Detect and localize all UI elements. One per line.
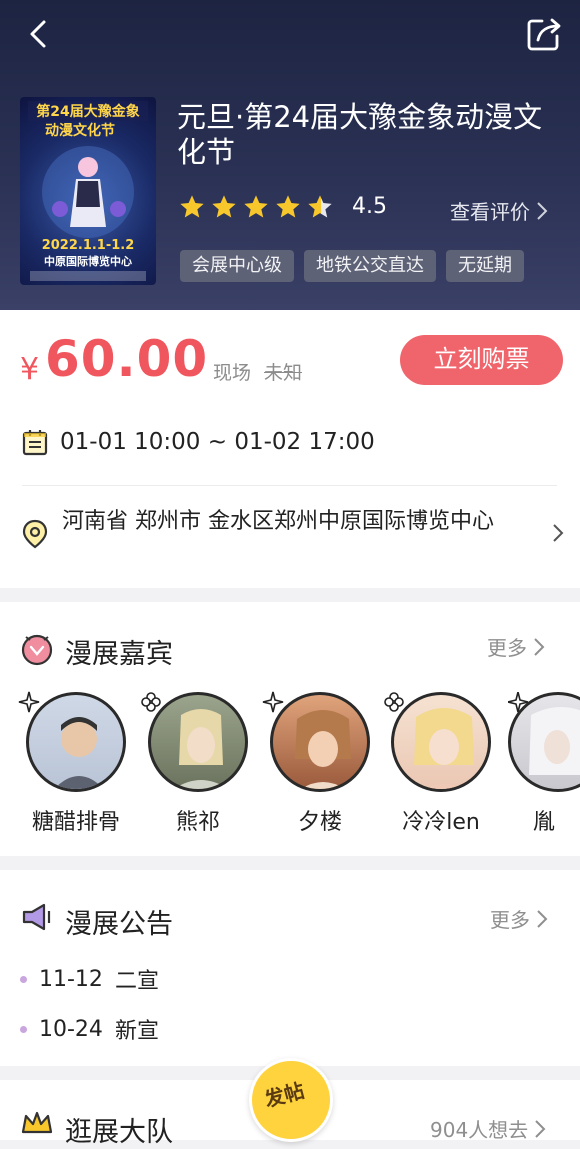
event-tag: 无延期 — [446, 250, 524, 282]
guest-name: 熊祁 — [175, 810, 220, 835]
poster-venue: 中原国际博览中心 — [44, 254, 132, 268]
megaphone-icon — [22, 903, 51, 931]
post-fab-button[interactable]: 发帖 — [249, 1058, 333, 1142]
onsite-price: 未知 — [264, 362, 303, 384]
calendar-icon — [22, 430, 48, 456]
star-icon — [276, 195, 300, 218]
guest-name: 胤 — [533, 810, 556, 835]
guest-avatar — [270, 692, 370, 792]
avatar-art — [414, 708, 474, 789]
poster-date: 2022.1.1-1.2 — [42, 238, 135, 253]
notices-section: 漫展公告 更多 11-12 二宣 10-24 新宣 — [0, 870, 580, 1066]
currency-symbol: ¥ — [20, 352, 40, 387]
guest-avatar — [148, 692, 248, 792]
heart-badge-icon — [21, 634, 53, 666]
guest-card[interactable]: 熊祁 — [141, 692, 251, 836]
event-header: 第24届大豫金象 动漫文化节 2022.1.1-1.2 中原国际博览中心 元旦·… — [0, 0, 580, 310]
event-date-row: 01-01 10:00 ~ 01-02 17:00 — [22, 428, 375, 456]
notice-date: 10-24 — [39, 1016, 103, 1042]
view-reviews-label: 查看评价 — [450, 200, 530, 224]
event-title: 元旦·第24届大豫金象动漫文化节 — [177, 100, 543, 169]
notice-label: 新宣 — [114, 1019, 159, 1044]
chevron-right-icon — [534, 637, 545, 656]
notices-more-link[interactable]: 更多 — [490, 904, 548, 933]
guest-card[interactable]: 糖醋排骨 — [18, 691, 129, 836]
avatar-art — [54, 717, 104, 789]
guest-avatar — [26, 692, 126, 792]
crown-icon — [21, 1111, 53, 1134]
post-fab-label: 发帖 — [261, 1078, 307, 1112]
avatar-art — [295, 710, 351, 789]
event-datetime: 01-01 10:00 ~ 01-02 17:00 — [60, 429, 375, 455]
chevron-right-icon — [537, 201, 548, 220]
guest-card[interactable]: 冷冷len — [384, 692, 494, 836]
notice-item[interactable]: 11-12 二宣 — [20, 963, 159, 995]
bullet-dot — [20, 975, 27, 983]
poster-art: 第24届大豫金象 动漫文化节 2022.1.1-1.2 中原国际博览中心 — [28, 101, 148, 281]
rating-value: 4.5 — [352, 194, 387, 219]
star-icon — [212, 195, 236, 218]
chevron-right-icon — [553, 524, 564, 542]
chevron-right-icon — [535, 1119, 546, 1138]
rating-stars — [178, 193, 334, 221]
divider — [22, 485, 557, 486]
flower-icon — [384, 692, 404, 712]
event-address: 河南省 郑州市 金水区郑州中原国际博览中心 — [62, 509, 494, 534]
avatar-art — [174, 709, 228, 789]
poster-line2: 动漫文化节 — [45, 122, 115, 139]
event-poster[interactable]: 第24届大豫金象 动漫文化节 2022.1.1-1.2 中原国际博览中心 — [20, 97, 156, 285]
sparkle-icon — [262, 691, 284, 713]
guest-card[interactable]: 胤 — [508, 692, 580, 836]
event-tags: 会展中心级 地铁公交直达 无延期 — [180, 250, 524, 282]
sparkle-icon — [18, 691, 40, 713]
notices-more-label: 更多 — [490, 908, 530, 932]
guest-name: 冷冷len — [402, 810, 480, 835]
event-tag: 地铁公交直达 — [304, 250, 436, 282]
location-pin-icon — [22, 519, 48, 549]
poster-line1: 第24届大豫金象 — [36, 103, 139, 120]
guests-section: 漫展嘉宾 更多 糖醋排骨 熊祁 夕楼 冷冷len 胤 — [0, 602, 580, 856]
buy-ticket-button[interactable]: 立刻购票 — [400, 335, 563, 385]
half-star-icon — [308, 195, 332, 218]
guests-more-label: 更多 — [487, 636, 527, 660]
back-icon[interactable] — [22, 16, 58, 52]
ticket-price: 60.00 — [45, 330, 209, 388]
guests-title: 漫展嘉宾 — [65, 639, 173, 670]
chevron-right-icon — [537, 909, 548, 928]
star-icon — [180, 195, 204, 218]
share-icon[interactable] — [524, 14, 564, 54]
bullet-dot — [20, 1025, 27, 1033]
event-tag: 会展中心级 — [180, 250, 294, 282]
guests-more-link[interactable]: 更多 — [487, 632, 545, 661]
notice-label: 二宣 — [114, 969, 159, 994]
guest-name: 夕楼 — [297, 810, 342, 835]
team-count-link[interactable]: 904人想去 — [430, 1114, 546, 1143]
notice-date: 11-12 — [39, 966, 103, 992]
sparkle-icon — [508, 692, 529, 713]
onsite-label: 现场 — [213, 362, 252, 384]
star-icon — [244, 195, 268, 218]
notice-item[interactable]: 10-24 新宣 — [20, 1013, 159, 1045]
notices-title: 漫展公告 — [65, 909, 173, 940]
guest-card[interactable]: 夕楼 — [262, 691, 373, 836]
guest-avatar — [391, 692, 491, 792]
guest-name: 糖醋排骨 — [31, 810, 120, 835]
view-reviews-link[interactable]: 查看评价 — [450, 196, 548, 225]
flower-icon — [141, 692, 161, 712]
team-count: 904人想去 — [430, 1118, 529, 1142]
